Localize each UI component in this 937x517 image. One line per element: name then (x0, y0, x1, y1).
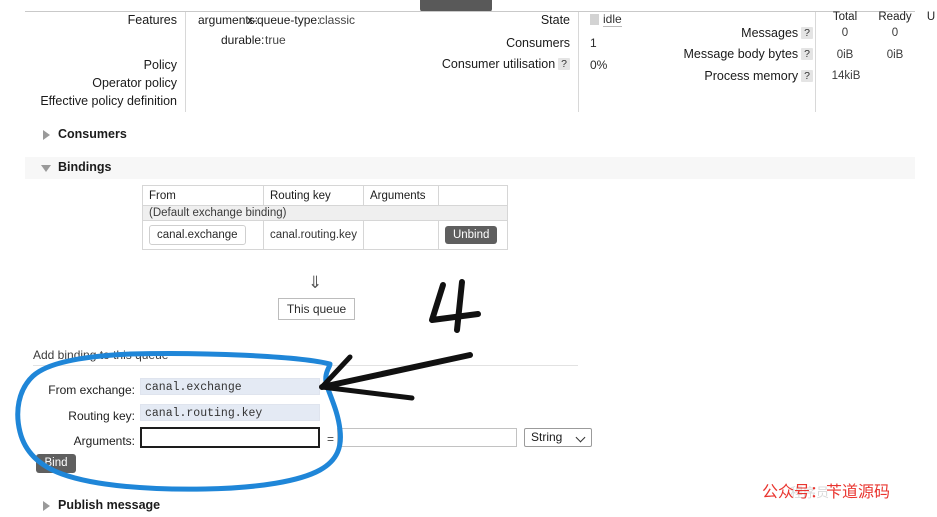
binding-action-cell: Unbind (437, 220, 508, 250)
metric-header-ready: Ready (878, 11, 912, 23)
metric-messages-text: Messages (741, 26, 799, 40)
metric-body-bytes-ready: 0iB (886, 49, 904, 61)
black-arrow-head-upper (319, 354, 353, 390)
binding-arguments-cell (362, 220, 439, 250)
this-queue-box: This queue (278, 298, 355, 320)
detail-label-features: Features (127, 13, 177, 27)
chevron-right-icon-publish-message (43, 501, 50, 511)
bindings-col-actions (437, 185, 508, 206)
bindings-col-from: From (142, 185, 264, 206)
column-divider-2 (578, 12, 579, 112)
metric-label-process-memory: Process memory? (665, 69, 813, 83)
consumer-utilisation-text: Consumer utilisation (441, 57, 556, 71)
metric-body-bytes-total: 0iB (836, 49, 854, 61)
feature-durable-value: true (265, 33, 286, 47)
down-arrow-icon: ⇓ (308, 273, 323, 292)
binding-routing-key-cell: canal.routing.key (263, 220, 364, 250)
rabbitmq-queue-detail-page: Features Policy Operator policy Effectiv… (0, 0, 937, 512)
bindings-table: From Routing key Arguments (Default exch… (142, 185, 508, 250)
chevron-down-icon-type-select (575, 432, 586, 443)
label-routing-key: Routing key: (68, 409, 135, 423)
column-divider-3 (815, 12, 816, 112)
detail-label-consumer-utilisation: Consumer utilisation? (355, 57, 570, 71)
black-arrow-head-lower (319, 384, 415, 401)
handwritten-number-4-stem (454, 279, 465, 333)
metric-header-unacked: U (926, 11, 936, 23)
label-arguments: Arguments: (73, 434, 135, 448)
arguments-type-select[interactable]: String (524, 428, 592, 447)
metric-messages-ready: 0 (891, 27, 899, 39)
exchange-link-canal-exchange[interactable]: canal.exchange (149, 225, 246, 245)
detail-label-policy: Policy (143, 58, 177, 72)
add-binding-divider (33, 365, 578, 366)
help-icon-process-memory[interactable]: ? (801, 70, 813, 82)
queue-details-grid: Features Policy Operator policy Effectiv… (25, 11, 935, 112)
watermark-text: 公众号：苄道源码 (762, 482, 891, 501)
metric-messages-total: 0 (841, 27, 849, 39)
label-from-exchange: From exchange: (48, 383, 135, 397)
arguments-key-input[interactable] (140, 427, 320, 448)
routing-key-input[interactable]: canal.routing.key (140, 404, 320, 421)
section-publish-message-title: Publish message (58, 498, 161, 512)
help-icon-messages[interactable]: ? (801, 27, 813, 39)
detail-label-consumers: Consumers (506, 36, 570, 50)
unbind-button[interactable]: Unbind (444, 226, 498, 244)
arguments-type-selected-value: String (531, 430, 563, 444)
section-bindings[interactable]: Bindings (25, 157, 915, 179)
detail-label-effective-policy: Effective policy definition (40, 94, 177, 108)
chevron-right-icon-consumers (43, 130, 50, 140)
from-exchange-input[interactable]: canal.exchange (140, 378, 320, 395)
state-value: idle (603, 12, 622, 27)
feature-durable-key: durable: (221, 33, 265, 47)
table-row: canal.exchange canal.routing.key Unbind (142, 220, 508, 250)
metric-header-total: Total (832, 11, 858, 23)
column-divider-1 (185, 12, 186, 112)
metric-label-message-body-bytes: Message body bytes? (665, 47, 813, 61)
bindings-table-header-row: From Routing key Arguments (142, 185, 508, 206)
metric-process-memory-text: Process memory (704, 69, 799, 83)
detail-label-operator-policy: Operator policy (92, 76, 177, 90)
bindings-col-routing: Routing key (263, 185, 364, 206)
binding-from-cell: canal.exchange (142, 220, 264, 250)
feature-queue-type-value: classic (319, 13, 356, 27)
consumers-value: 1 (590, 36, 597, 50)
detail-label-state: State (540, 13, 570, 27)
help-icon-consumer-utilisation[interactable]: ? (558, 58, 570, 70)
metric-process-memory-total: 14kiB (831, 70, 861, 82)
black-arrow-annotation (319, 352, 473, 390)
metric-body-bytes-text: Message body bytes (683, 47, 799, 61)
bindings-col-arguments: Arguments (362, 185, 439, 206)
help-icon-message-body-bytes[interactable]: ? (801, 48, 813, 60)
bindings-default-exchange-label: (Default exchange binding) (142, 205, 508, 221)
consumer-utilisation-value: 0% (590, 58, 608, 72)
arguments-value-input[interactable] (337, 428, 517, 447)
metric-label-messages: Messages? (665, 26, 813, 40)
handwritten-number-4 (429, 282, 481, 323)
chevron-down-icon-bindings (41, 165, 51, 172)
arguments-equals-sign: = (327, 432, 335, 446)
section-bindings-title: Bindings (58, 160, 112, 174)
state-color-swatch (590, 14, 599, 25)
add-binding-title: Add binding to this queue (33, 348, 169, 362)
section-consumers[interactable]: Consumers (25, 124, 915, 146)
bind-button[interactable]: Bind (36, 454, 76, 473)
bindings-default-exchange-row: (Default exchange binding) (142, 205, 508, 221)
section-consumers-title: Consumers (58, 127, 127, 141)
feature-queue-type-key: x-queue-type: (247, 13, 321, 27)
